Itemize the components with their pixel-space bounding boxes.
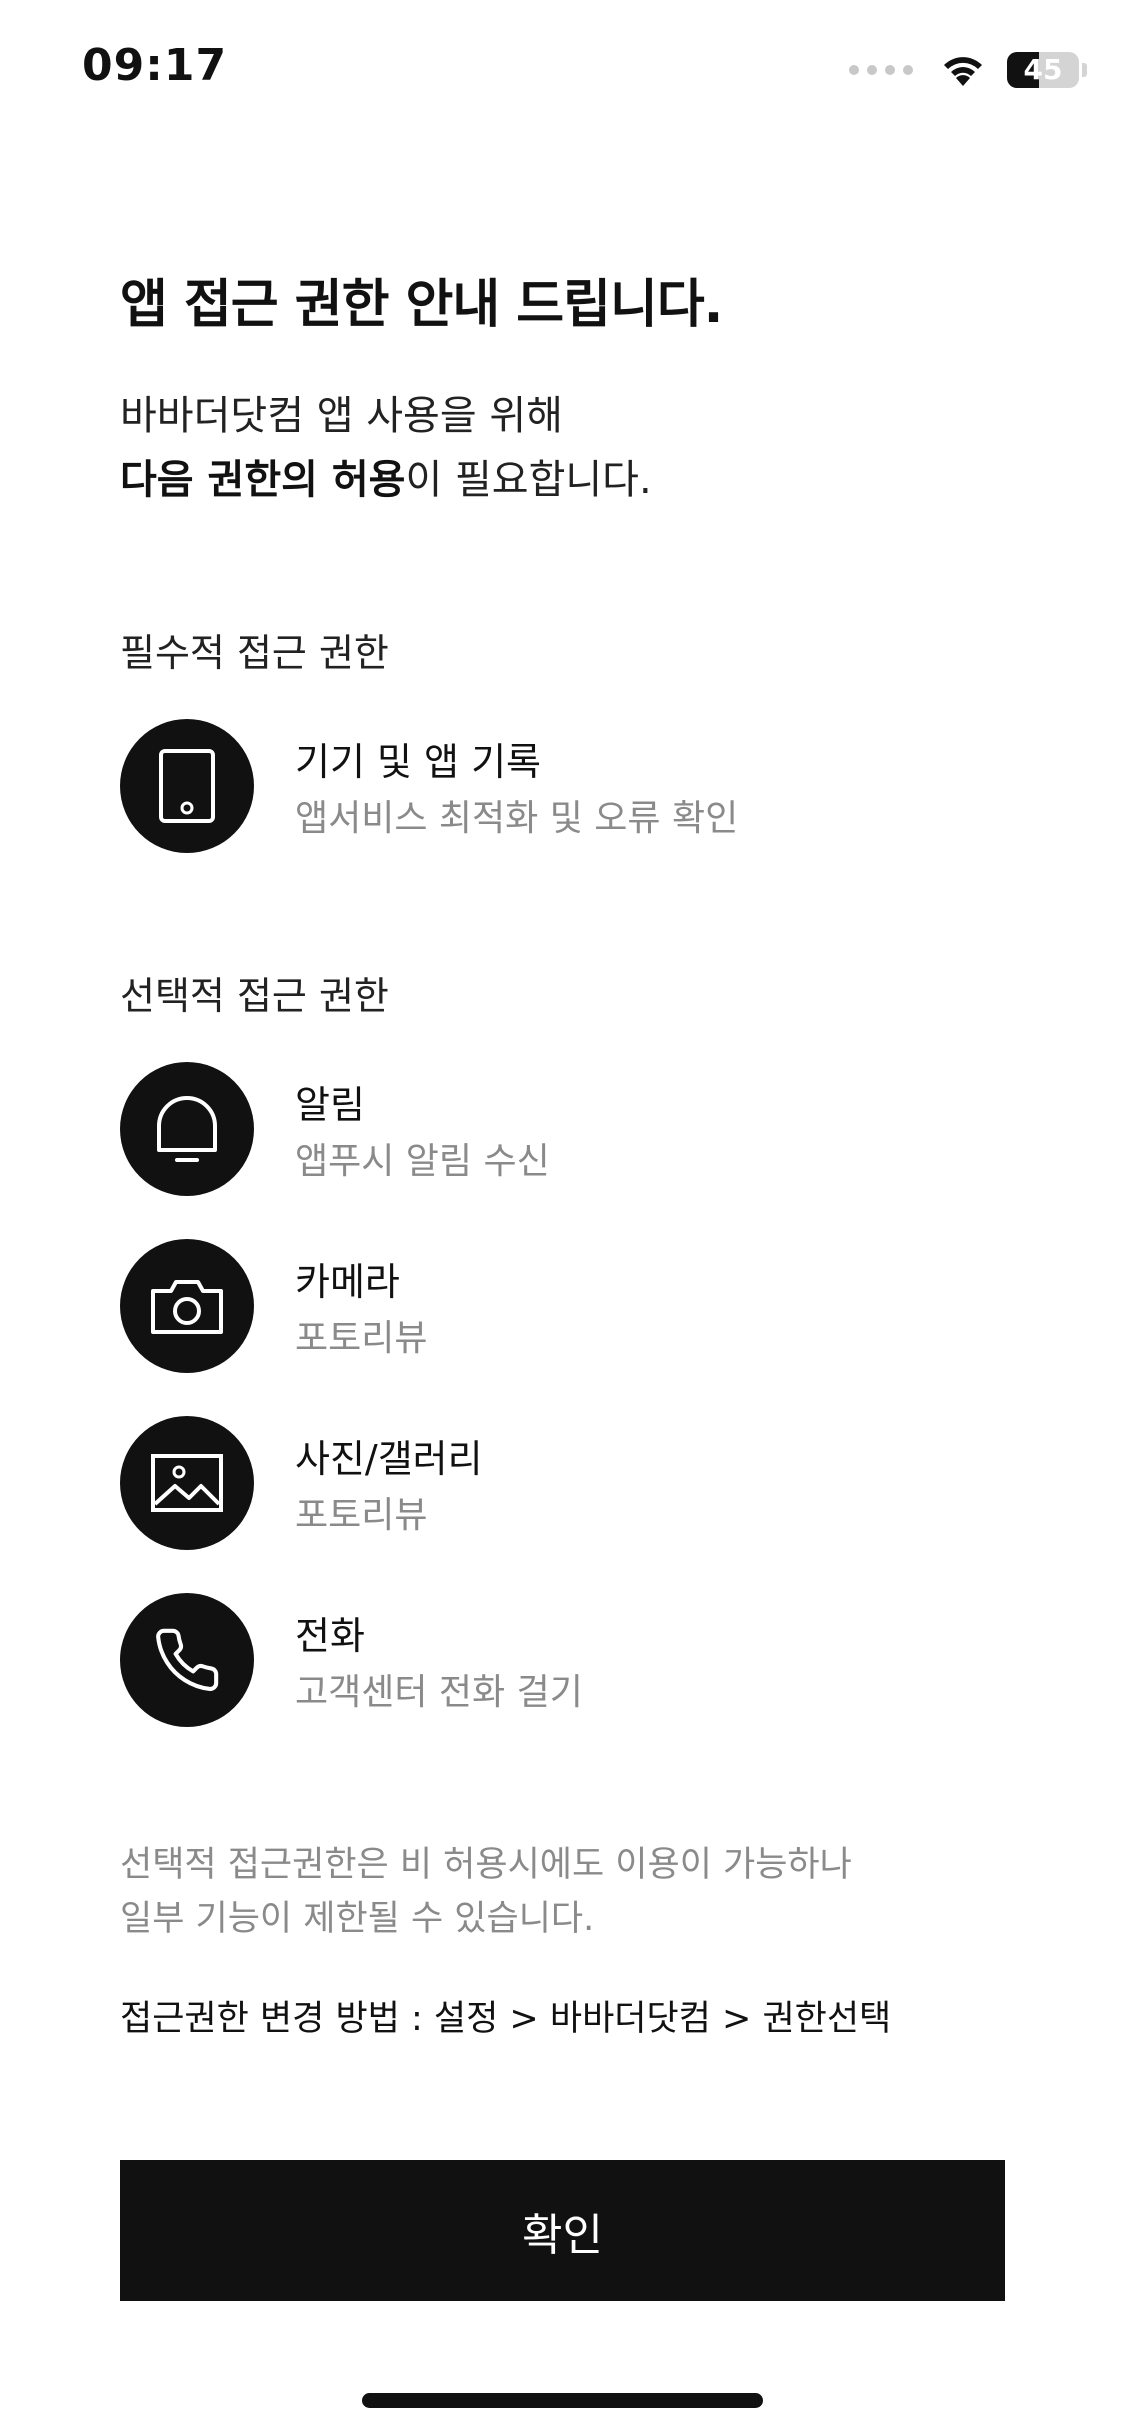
- required-section-title: 필수적 접근 권한: [120, 631, 389, 675]
- confirm-button[interactable]: 확인: [120, 2160, 1005, 2301]
- permission-item-device: 기기 및 앱 기록 앱서비스 최적화 및 오류 확인: [120, 719, 1020, 853]
- battery-level: 45: [1023, 53, 1063, 86]
- status-time: 09:17: [82, 40, 228, 91]
- permission-desc: 앱푸시 알림 수신: [295, 1141, 550, 1182]
- permission-desc: 앱서비스 최적화 및 오류 확인: [295, 798, 739, 839]
- status-icons: 45: [849, 48, 1087, 92]
- phone-call-icon: [120, 1593, 254, 1727]
- notice-line1: 선택적 접근권한은 비 허용시에도 이용이 가능하나: [120, 1845, 852, 1885]
- image-icon: [120, 1416, 254, 1550]
- permission-name: 카메라: [295, 1260, 400, 1304]
- permission-name: 사진/갤러리: [295, 1437, 483, 1481]
- permission-desc: 포토리뷰: [295, 1495, 428, 1536]
- permission-name: 전화: [295, 1614, 365, 1658]
- notice-line2: 일부 기능이 제한될 수 있습니다.: [120, 1899, 595, 1939]
- permission-item-camera: 카메라 포토리뷰: [120, 1239, 1020, 1373]
- intro-line2: 다음 권한의 허용이 필요합니다.: [120, 448, 652, 512]
- wifi-icon: [944, 57, 982, 86]
- home-indicator: [362, 2393, 763, 2408]
- permission-name: 알림: [295, 1083, 365, 1127]
- permission-item-gallery: 사진/갤러리 포토리뷰: [120, 1416, 1020, 1550]
- permission-item-phone: 전화 고객센터 전화 걸기: [120, 1593, 1020, 1727]
- bell-icon: [120, 1062, 254, 1196]
- optional-section-title: 선택적 접근 권한: [120, 974, 389, 1018]
- page-title: 앱 접근 권한 안내 드립니다.: [120, 275, 723, 335]
- status-bar: 09:17 45: [0, 0, 1125, 140]
- howto-text: 접근권한 변경 방법 : 설정 > 바바더닷컴 > 권한선택: [120, 1999, 892, 2039]
- intro-line2-rest: 이 필요합니다.: [405, 457, 652, 503]
- notice-text: 선택적 접근권한은 비 허용시에도 이용이 가능하나 일부 기능이 제한될 수 …: [120, 1838, 852, 1946]
- permission-item-notification: 알림 앱푸시 알림 수신: [120, 1062, 1020, 1196]
- permission-desc: 고객센터 전화 걸기: [295, 1672, 583, 1713]
- intro-line2-bold: 다음 권한의 허용: [120, 457, 406, 503]
- battery-tip: [1082, 63, 1087, 77]
- permission-name: 기기 및 앱 기록: [295, 740, 541, 784]
- intro-line1: 바바더닷컴 앱 사용을 위해: [120, 393, 563, 439]
- permission-desc: 포토리뷰: [295, 1318, 428, 1359]
- phone-device-icon: [120, 719, 254, 853]
- battery-icon: 45: [1007, 52, 1079, 88]
- signal-dots-icon: [849, 65, 913, 75]
- camera-icon: [120, 1239, 254, 1373]
- intro-text: 바바더닷컴 앱 사용을 위해 다음 권한의 허용이 필요합니다.: [120, 384, 652, 512]
